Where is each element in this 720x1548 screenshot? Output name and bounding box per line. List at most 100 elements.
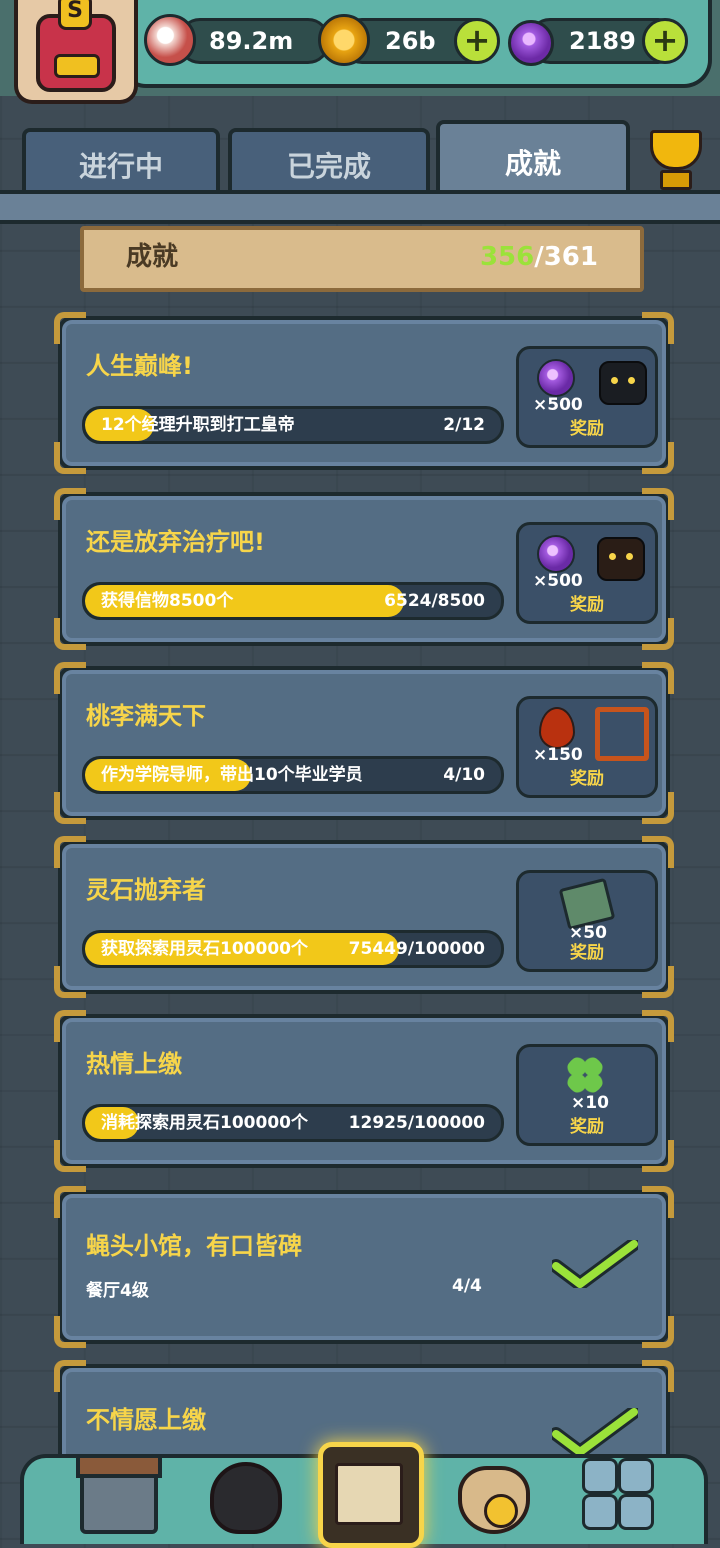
building-roof <box>76 1454 162 1478</box>
summary-total: /361 <box>534 242 598 272</box>
achievement-description: 获取探索用灵石100000个 <box>101 939 308 959</box>
progress-bar: 12个经理升职到打工皇帝 2/12 <box>82 406 504 444</box>
checkmark-icon <box>549 1237 641 1291</box>
achievement-title: 蝇头小馆，有口皆碑 <box>86 1232 302 1260</box>
eyes-value: 89.2m <box>209 27 294 55</box>
bag-coin-icon <box>484 1494 518 1528</box>
nav-more-button[interactable] <box>576 1452 660 1536</box>
add-coins-button[interactable]: + <box>454 18 500 64</box>
card-corner <box>54 836 86 868</box>
achievement-summary-banner: 成就 356/361 <box>80 226 644 292</box>
top-resource-bar: S 89.2m 26b + 2189 + <box>0 0 720 104</box>
eyeball-icon <box>144 14 196 66</box>
nav-building-button[interactable] <box>74 1452 162 1536</box>
achievement-card: 还是放弃治疗吧! 获得信物8500个 6524/8500 ×500 奖励 <box>54 488 674 650</box>
achievement-title: 热情上缴 <box>86 1050 182 1078</box>
reward-label: 奖励 <box>570 943 604 963</box>
potions-value: 2189 <box>569 27 636 55</box>
portrait-frame-icon <box>595 707 649 761</box>
bottom-navigation <box>20 1442 708 1548</box>
tab-shelf <box>0 190 720 224</box>
achievement-progress: 12925/100000 <box>348 1113 485 1133</box>
achievement-card-completed: 蝇头小馆，有口皆碑 餐厅4级 4/4 <box>54 1186 674 1348</box>
achievement-progress: 4/10 <box>443 765 485 785</box>
fire-monster-icon <box>210 1462 282 1534</box>
add-potions-button[interactable]: + <box>642 18 688 64</box>
potion-icon <box>537 535 575 573</box>
card-corner <box>54 662 86 694</box>
achievement-title: 还是放弃治疗吧! <box>86 528 265 556</box>
reward-quantity: ×500 <box>533 571 583 591</box>
card-corner <box>642 312 674 344</box>
potion-icon <box>508 20 554 66</box>
achievement-description: 作为学院导师，带出10个毕业学员 <box>101 765 363 785</box>
grid-cell-icon <box>618 1494 654 1530</box>
reward-label: 奖励 <box>570 419 604 439</box>
grid-cell-icon <box>582 1458 618 1494</box>
card-corner <box>642 1360 674 1392</box>
achievement-title: 不情愿上缴 <box>86 1406 206 1434</box>
achievement-title: 桃李满天下 <box>86 702 206 730</box>
achievement-card: 人生巅峰! 12个经理升职到打工皇帝 2/12 ×500 奖励 <box>54 312 674 474</box>
checkmark-icon <box>549 1405 641 1459</box>
trophy-cup <box>650 130 702 170</box>
achievement-progress: 4/4 <box>452 1276 482 1296</box>
reward-button[interactable]: ×500 奖励 <box>516 346 658 448</box>
card-corner <box>54 1010 86 1042</box>
rank-letter: S <box>58 0 92 30</box>
trophy-icon[interactable] <box>642 126 704 190</box>
reward-label: 奖励 <box>570 595 604 615</box>
nav-achievement-book-button[interactable] <box>318 1442 424 1548</box>
card-corner <box>54 1186 86 1218</box>
achievement-description: 餐厅4级 <box>86 1281 149 1301</box>
achievement-card: 灵石抛弃者 获取探索用灵石100000个 75449/100000 ×50 奖励 <box>54 836 674 998</box>
progress-bar: 作为学院导师，带出10个毕业学员 4/10 <box>82 756 504 794</box>
card-corner <box>642 1010 674 1042</box>
achievement-title: 人生巅峰! <box>86 352 193 380</box>
card-corner <box>642 1316 674 1348</box>
reward-button[interactable]: ×10 奖励 <box>516 1044 658 1146</box>
potion-icon <box>537 359 575 397</box>
summary-count: 356/361 <box>480 230 598 284</box>
card-corner <box>54 792 86 824</box>
summary-label: 成就 <box>126 242 179 272</box>
achievement-progress: 75449/100000 <box>348 939 485 959</box>
trophy-base <box>660 170 692 190</box>
card-corner <box>54 618 86 650</box>
player-badge[interactable]: S <box>14 0 138 104</box>
grid-cell-icon <box>618 1458 654 1494</box>
card-corner <box>54 488 86 520</box>
progress-bar: 获得信物8500个 6524/8500 <box>82 582 504 620</box>
card-corner <box>642 1186 674 1218</box>
crowned-monster-icon <box>599 361 647 405</box>
nav-bag-button[interactable] <box>448 1452 532 1536</box>
open-book-icon <box>335 1463 403 1525</box>
coin-icon <box>318 14 370 66</box>
reward-quantity: ×10 <box>571 1093 609 1113</box>
achievement-card: 热情上缴 消耗探索用灵石100000个 12925/100000 ×10 奖励 <box>54 1010 674 1172</box>
card-corner <box>642 836 674 868</box>
horned-monster-icon <box>597 537 645 581</box>
card-corner <box>54 442 86 474</box>
reward-button[interactable]: ×500 奖励 <box>516 522 658 624</box>
reward-label: 奖励 <box>570 769 604 789</box>
nav-monster-button[interactable] <box>200 1452 284 1536</box>
card-corner <box>54 966 86 998</box>
card-corner <box>54 1140 86 1172</box>
card-corner <box>642 662 674 694</box>
card-corner <box>54 312 86 344</box>
achievement-description: 12个经理升职到打工皇帝 <box>101 415 295 435</box>
progress-bar: 获取探索用灵石100000个 75449/100000 <box>82 930 504 968</box>
card-corner <box>54 1360 86 1392</box>
reward-button[interactable]: ×50 奖励 <box>516 870 658 972</box>
avatar-mouth <box>54 54 100 78</box>
reward-button[interactable]: ×150 奖励 <box>516 696 658 798</box>
progress-bar: 消耗探索用灵石100000个 12925/100000 <box>82 1104 504 1142</box>
achievement-card: 桃李满天下 作为学院导师，带出10个毕业学员 4/10 ×150 奖励 <box>54 662 674 824</box>
achievement-description: 获得信物8500个 <box>101 591 234 611</box>
reward-quantity: ×500 <box>533 395 583 415</box>
achievement-title: 灵石抛弃者 <box>86 876 206 904</box>
card-corner <box>54 1316 86 1348</box>
reward-quantity: ×150 <box>533 745 583 765</box>
achievement-progress: 6524/8500 <box>384 591 485 611</box>
